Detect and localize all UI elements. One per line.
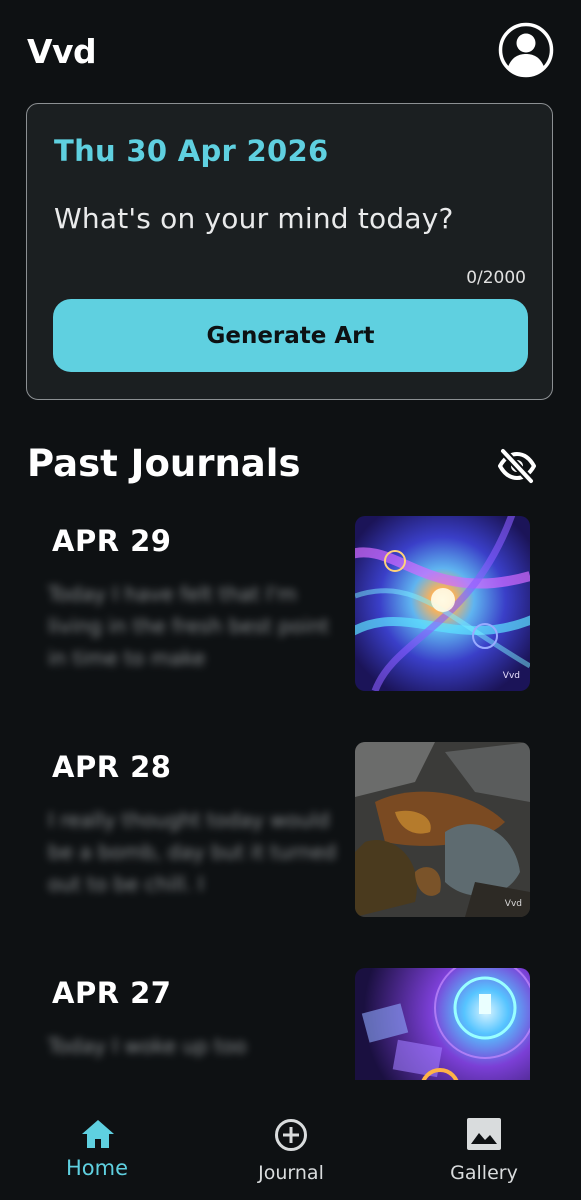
generate-art-button[interactable]: Generate Art xyxy=(53,299,528,372)
image-icon xyxy=(467,1118,501,1150)
artwork-watermark: Vvd xyxy=(502,671,520,681)
nav-journal[interactable]: Journal xyxy=(196,1098,386,1200)
journal-input[interactable]: What's on your mind today? xyxy=(54,202,454,235)
journal-entry[interactable]: APR 27 Today I woke up too xyxy=(0,952,581,1080)
nav-home[interactable]: Home xyxy=(2,1098,192,1200)
nav-journal-label: Journal xyxy=(258,1162,324,1184)
char-counter: 0/2000 xyxy=(466,268,526,288)
profile-icon[interactable] xyxy=(498,22,554,78)
today-date: Thu 30 Apr 2026 xyxy=(54,134,329,168)
entry-artwork[interactable]: Vvd xyxy=(355,516,530,691)
add-circle-icon xyxy=(275,1119,307,1151)
entry-date: APR 29 xyxy=(52,524,172,558)
compose-card: Thu 30 Apr 2026 What's on your mind toda… xyxy=(26,103,553,400)
journal-entry[interactable]: APR 28 I really thought today would be a… xyxy=(0,726,581,926)
home-icon xyxy=(82,1120,114,1148)
app-title: Vvd xyxy=(27,32,97,71)
artwork-watermark: Vvd xyxy=(504,899,522,909)
nav-gallery[interactable]: Gallery xyxy=(389,1098,579,1200)
journal-entry[interactable]: APR 29 Today I have felt that I'm living… xyxy=(0,500,581,700)
nav-home-label: Home xyxy=(65,1156,128,1180)
bottom-nav: Home Journal Gallery xyxy=(0,1098,581,1200)
section-title: Past Journals xyxy=(27,442,301,485)
entry-artwork[interactable] xyxy=(355,968,530,1080)
eye-off-icon[interactable] xyxy=(497,447,537,485)
journal-list[interactable]: APR 29 Today I have felt that I'm living… xyxy=(0,500,581,1080)
entry-preview: I really thought today would be a bomb, … xyxy=(48,808,337,896)
entry-preview: Today I woke up too xyxy=(48,1034,247,1058)
entry-preview: Today I have felt that I'm living in the… xyxy=(48,582,330,670)
entry-date: APR 28 xyxy=(52,750,172,784)
nav-gallery-label: Gallery xyxy=(450,1162,518,1184)
entry-date: APR 27 xyxy=(52,976,172,1010)
generate-art-label: Generate Art xyxy=(206,322,375,349)
entry-artwork[interactable]: Vvd xyxy=(355,742,530,917)
